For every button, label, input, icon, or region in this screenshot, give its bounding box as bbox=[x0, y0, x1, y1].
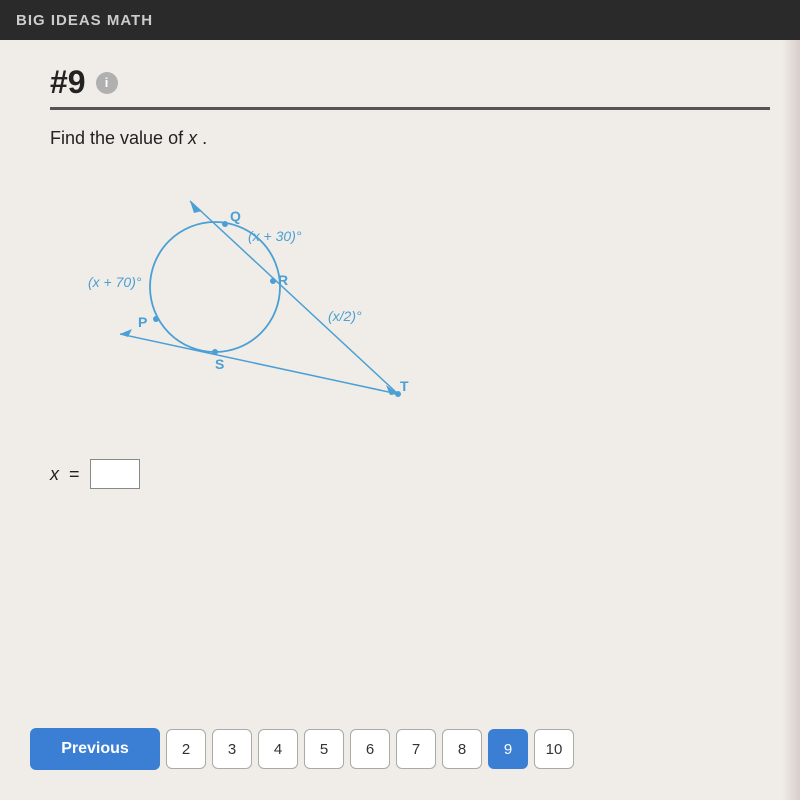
page-7-button[interactable]: 7 bbox=[396, 729, 436, 769]
main-content: #9 i Find the value of x . (x + 70)° (x … bbox=[0, 40, 800, 800]
problem-number: #9 bbox=[50, 64, 86, 101]
page-5-button[interactable]: 5 bbox=[304, 729, 344, 769]
point-p: P bbox=[138, 314, 147, 330]
divider bbox=[50, 107, 770, 110]
answer-equals: = bbox=[69, 464, 80, 485]
point-t: T bbox=[400, 378, 409, 394]
info-badge[interactable]: i bbox=[96, 72, 118, 94]
page-9-button[interactable]: 9 bbox=[488, 729, 528, 769]
app-title: BIG IDEAS MATH bbox=[16, 12, 153, 29]
top-bar: BIG IDEAS MATH bbox=[0, 0, 800, 40]
nav-bar: Previous 2 3 4 5 6 7 8 9 10 bbox=[30, 728, 790, 770]
diagram-area: (x + 70)° (x + 30)° (x/2)° Q R P S T bbox=[60, 169, 440, 429]
previous-button[interactable]: Previous bbox=[30, 728, 160, 770]
answer-input[interactable] bbox=[90, 459, 140, 489]
answer-label: x bbox=[50, 464, 59, 485]
arc-pq-label: (x + 70)° bbox=[88, 274, 142, 290]
diagram-svg: (x + 70)° (x + 30)° (x/2)° Q R P S T bbox=[60, 169, 430, 429]
page-8-button[interactable]: 8 bbox=[442, 729, 482, 769]
problem-text: Find the value of x . bbox=[50, 128, 770, 149]
page-4-button[interactable]: 4 bbox=[258, 729, 298, 769]
answer-row: x = bbox=[50, 459, 770, 489]
page-3-button[interactable]: 3 bbox=[212, 729, 252, 769]
point-r: R bbox=[278, 272, 288, 288]
problem-header: #9 i bbox=[50, 64, 770, 101]
arc-qr-label: (x + 30)° bbox=[248, 228, 302, 244]
point-s: S bbox=[215, 356, 224, 372]
arc-st-label: (x/2)° bbox=[328, 308, 362, 324]
page-2-button[interactable]: 2 bbox=[166, 729, 206, 769]
page-6-button[interactable]: 6 bbox=[350, 729, 390, 769]
point-q: Q bbox=[230, 208, 241, 224]
page-10-button[interactable]: 10 bbox=[534, 729, 574, 769]
